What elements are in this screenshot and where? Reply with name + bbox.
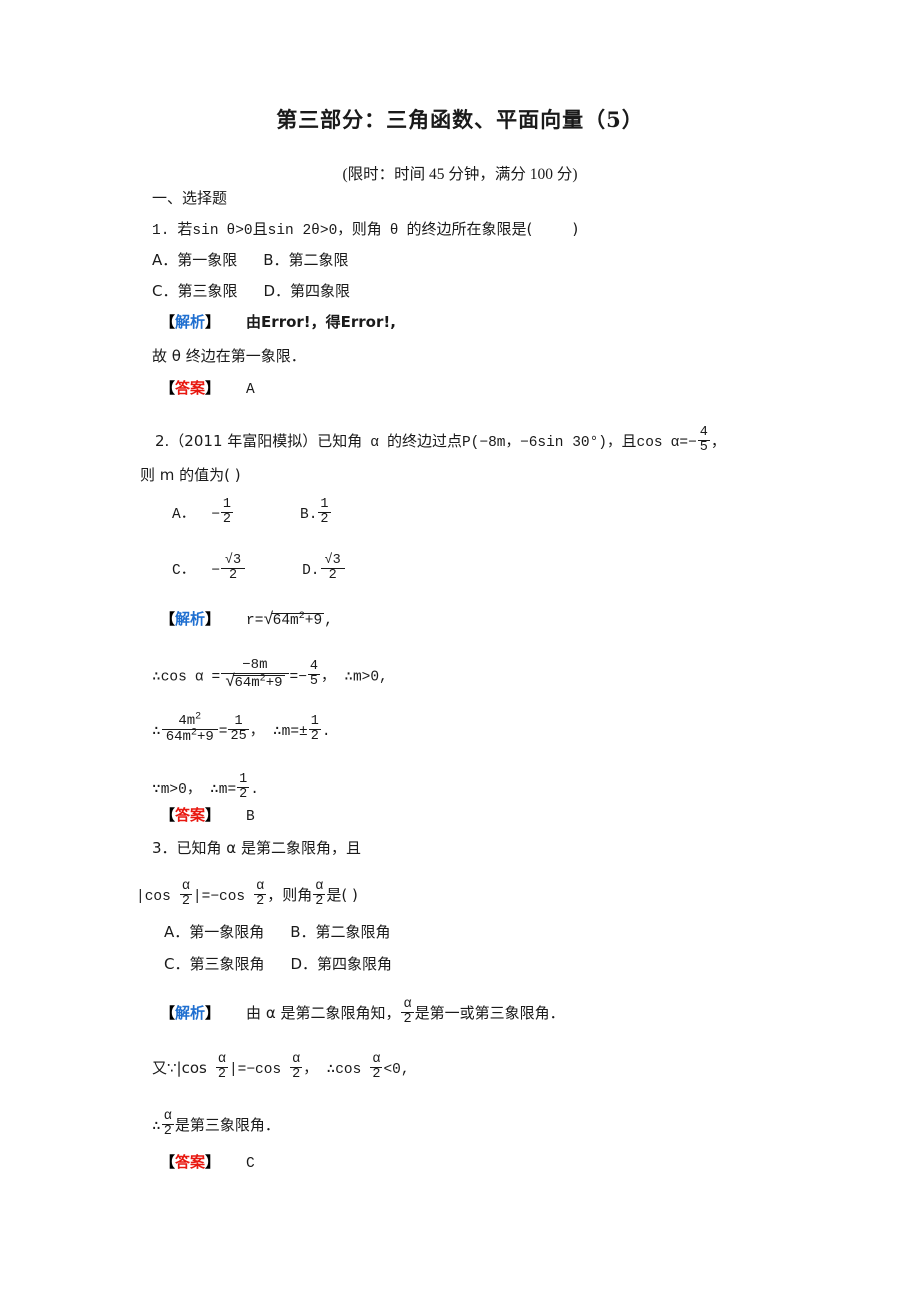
- answer-label: 【答案】: [160, 1153, 221, 1171]
- option-a-fraction: 12: [220, 497, 234, 528]
- question-1-stem: 1. 若sin θ>0且sin 2θ>0，则角 θ 的终边所在象限是(): [152, 220, 579, 239]
- option-d-label[interactable]: D.: [302, 563, 319, 579]
- answer-label: 【答案】: [160, 379, 221, 397]
- question-3-analysis-line-3: ∴ α 2 是第三象限角．: [152, 1109, 280, 1140]
- answer-value: A: [246, 382, 255, 398]
- option-d[interactable]: D．第四象限: [263, 282, 350, 300]
- option-d-fraction: √3 2: [320, 553, 345, 583]
- question-2-stem-line-2: 则 m 的值为( ): [140, 466, 241, 484]
- fraction-neg8m-over-sqrt: −8m √64m2+9: [221, 658, 289, 692]
- question-3-number: 3．已知角 α 是第二象限角，且: [152, 839, 361, 857]
- answer-value: C: [246, 1156, 255, 1172]
- document-page: 第三部分：三角函数、平面向量（5） (限时：时间 45 分钟，满分 100 分)…: [0, 0, 920, 1302]
- question-3-stem-line-2: |cos α 2 |=−cos α 2 ，则角 α 2 是( ): [136, 879, 358, 910]
- fraction-4-5: 45: [697, 425, 710, 456]
- question-3-analysis-line-2: 又∵|cos α 2 |=−cos α 2， ∴cos α 2 <0,: [152, 1052, 410, 1083]
- option-a[interactable]: A．第一象限: [152, 251, 237, 269]
- question-3-answer: 【答案】 C: [160, 1155, 255, 1172]
- fraction-1-25: 1 25: [228, 713, 249, 744]
- question-2-analysis-line-2: ∴cos α = −8m √64m2+9 =− 4 5， ∴m>0,: [152, 657, 388, 692]
- answer-label: 【答案】: [160, 806, 221, 824]
- analysis-label: 【解析】: [160, 610, 221, 628]
- fraction-4m2-over-64m2p9: 4m2 64m2+9: [161, 712, 218, 744]
- option-b[interactable]: B．第二象限角: [290, 923, 390, 941]
- fraction-1-2: 12: [237, 772, 250, 803]
- fraction-alpha-2: α2: [161, 1109, 174, 1140]
- question-2-number: 2.（2011 年富阳模拟）已知角: [155, 432, 363, 451]
- fraction-alpha-2: α2: [370, 1052, 383, 1083]
- question-1-options-row-2: C．第三象限 D．第四象限: [152, 284, 350, 300]
- option-b-fraction: 12: [318, 497, 331, 528]
- analysis-formula: r=√64m2+9,: [246, 611, 333, 630]
- question-3-analysis: 【解析】由 α 是第二象限角知， α 2 是第一或第三象限角．: [160, 997, 565, 1028]
- question-3-options-row-2: C．第三象限角 D．第四象限角: [164, 957, 392, 973]
- question-2-answer: 【答案】 B: [160, 808, 255, 825]
- question-2-analysis: 【解析】 r=√64m2+9,: [160, 610, 333, 630]
- option-c-fraction: √3 2: [220, 553, 246, 583]
- option-c[interactable]: C．第三象限角: [164, 955, 264, 973]
- question-2-options-row-1: A． −1 2 B. 1 2: [172, 497, 331, 528]
- fraction-alpha-2: α2: [254, 879, 267, 910]
- fraction-alpha-2: α2: [313, 879, 326, 910]
- page-title: 第三部分：三角函数、平面向量（5）: [276, 107, 644, 132]
- analysis-label: 【解析】: [160, 1004, 221, 1023]
- option-b[interactable]: B．第二象限: [263, 251, 348, 269]
- option-d[interactable]: D．第四象限角: [290, 955, 392, 973]
- question-3-options-row-1: A．第一象限角 B．第二象限角: [164, 925, 391, 941]
- option-b-label[interactable]: B.: [300, 507, 317, 523]
- fraction-alpha-2: α2: [179, 879, 192, 910]
- analysis-label: 【解析】: [160, 313, 221, 331]
- fraction-alpha-2: α2: [215, 1052, 228, 1083]
- question-2-analysis-line-4: ∵m>0， ∴m= 1 2.: [152, 772, 259, 803]
- question-2-analysis-line-3: ∴ 4m2 64m2+9 = 1 25， ∴m=± 1 2.: [152, 711, 331, 745]
- question-1-analysis-line-2: 故 θ 终边在第一象限．: [152, 347, 306, 365]
- option-a[interactable]: A．第一象限角: [164, 923, 264, 941]
- analysis-text: 由Error!，得Error!,: [246, 313, 396, 331]
- option-a-label[interactable]: A．: [172, 507, 195, 523]
- fraction-alpha-2: α2: [401, 997, 414, 1028]
- question-1-answer: 【答案】 A: [160, 381, 255, 398]
- question-2-stem-line-1: 2.（2011 年富阳模拟）已知角 α 的终边过点P(−8m，−6sin 30°)，…: [155, 425, 726, 456]
- answer-value: B: [246, 809, 255, 825]
- fraction-4-5: 45: [307, 659, 321, 690]
- section-heading: 一、选择题: [152, 189, 228, 207]
- option-c[interactable]: C．第三象限: [152, 282, 237, 300]
- question-1-analysis: 【解析】 由Error!，得Error!,: [160, 315, 396, 331]
- fraction-alpha-2: α2: [290, 1052, 303, 1083]
- question-2-options-row-2: C． − √3 2 D. √3 2: [172, 553, 346, 585]
- page-subtitle: (限时：时间 45 分钟，满分 100 分): [342, 166, 578, 183]
- question-1-number: 1.: [152, 223, 170, 239]
- question-3-stem-line-1: 3．已知角 α 是第二象限角，且: [152, 841, 361, 857]
- question-1-options-row-1: A．第一象限 B．第二象限: [152, 253, 349, 269]
- fraction-1-2: 12: [308, 713, 321, 744]
- option-c-label[interactable]: C．: [172, 563, 195, 579]
